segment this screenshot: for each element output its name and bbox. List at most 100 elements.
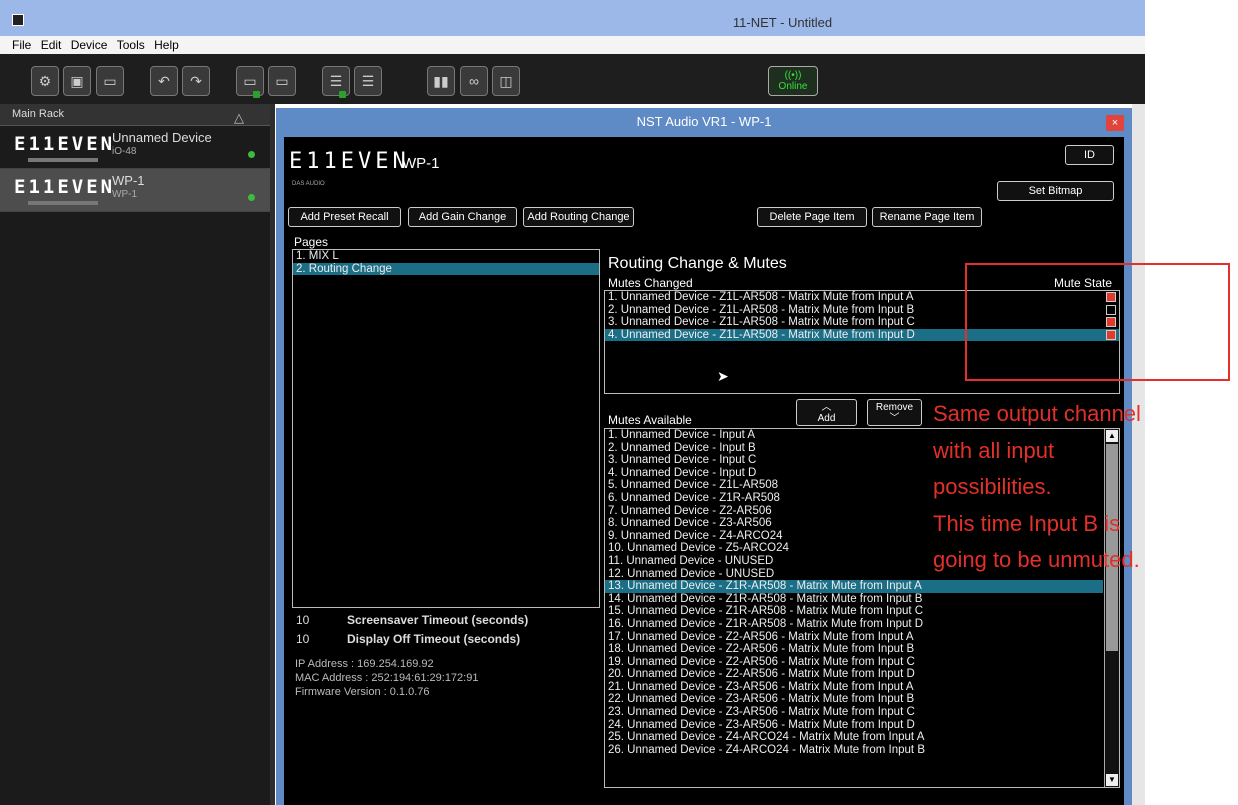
redo-icon[interactable]: ↷ [182, 66, 210, 96]
dialog-title: NST Audio VR1 - WP-1 [636, 114, 772, 129]
annotation-line: This time Input B is [933, 510, 1121, 536]
brand-subtitle: DAS AUDIO [292, 181, 325, 187]
remove-page-icon[interactable]: ☰ [354, 66, 382, 96]
add-preset-recall-button[interactable]: Add Preset Recall [288, 207, 401, 227]
display-off-value[interactable]: 10 [296, 632, 309, 646]
close-icon[interactable]: × [1106, 115, 1124, 131]
logo-underline [28, 158, 98, 162]
rename-page-item-button[interactable]: Rename Page Item [872, 207, 982, 227]
mute-item-label: 1. Unnamed Device - Z1L-AR508 - Matrix M… [608, 291, 914, 303]
window-title-bar: 11-NET - Untitled [0, 0, 1145, 36]
window-title: 11-NET - Untitled [732, 15, 833, 30]
id-button[interactable]: ID [1065, 145, 1114, 165]
annotation-line: Same output channel [933, 401, 1141, 426]
device-logo: E11EVEN [14, 176, 116, 198]
annotation-line: with all input [933, 437, 1055, 463]
list-item[interactable]: 24. Unnamed Device - Z3-AR506 - Matrix M… [605, 719, 1103, 732]
undo-icon[interactable]: ↶ [150, 66, 178, 96]
section-heading: Routing Change & Mutes [608, 255, 787, 272]
add-button[interactable]: ︿ Add [796, 399, 857, 426]
list-item[interactable]: 14. Unnamed Device - Z1R-AR508 - Matrix … [605, 593, 1103, 606]
list-item[interactable]: 15. Unnamed Device - Z1R-AR508 - Matrix … [605, 605, 1103, 618]
mute-item-label: 3. Unnamed Device - Z1L-AR508 - Matrix M… [608, 316, 915, 329]
pages-list[interactable]: 1. MIX L 2. Routing Change [292, 249, 600, 608]
device-model: iO-48 [112, 146, 137, 157]
list-item[interactable]: 18. Unnamed Device - Z2-AR506 - Matrix M… [605, 643, 1103, 656]
remove-device-icon[interactable]: ▭ [268, 66, 296, 96]
screensaver-value[interactable]: 10 [296, 613, 309, 627]
wireless-icon: ((•)) [784, 70, 802, 81]
meters-icon[interactable]: ▮▮ [427, 66, 455, 96]
add-routing-change-button[interactable]: Add Routing Change [523, 207, 634, 227]
open-folder-icon[interactable]: ▭ [96, 66, 124, 96]
list-item[interactable]: 16. Unnamed Device - Z1R-AR508 - Matrix … [605, 618, 1103, 631]
display-off-label: Display Off Timeout (seconds) [347, 632, 521, 646]
menu-help[interactable]: Help [154, 36, 179, 54]
mutes-changed-label: Mutes Changed [608, 276, 693, 290]
settings-icon[interactable]: ⚙ [31, 66, 59, 96]
list-item[interactable]: 21. Unnamed Device - Z3-AR506 - Matrix M… [605, 681, 1103, 694]
device-name: Unnamed Device [112, 130, 212, 145]
list-item[interactable]: 22. Unnamed Device - Z3-AR506 - Matrix M… [605, 693, 1103, 706]
rack-device-io48[interactable]: E11EVEN Unnamed Device iO-48 [0, 126, 270, 169]
list-item[interactable]: 20. Unnamed Device - Z2-AR506 - Matrix M… [605, 668, 1103, 681]
chevron-up-icon: ︿ [821, 402, 832, 413]
online-label: Online [778, 81, 808, 92]
menu-device[interactable]: Device [71, 36, 108, 54]
list-item[interactable]: 25. Unnamed Device - Z4-ARCO24 - Matrix … [605, 731, 1103, 744]
set-bitmap-button[interactable]: Set Bitmap [997, 181, 1114, 201]
list-item[interactable]: 17. Unnamed Device - Z2-AR506 - Matrix M… [605, 631, 1103, 644]
list-item[interactable]: 13. Unnamed Device - Z1R-AR508 - Matrix … [605, 580, 1103, 593]
menu-edit[interactable]: Edit [41, 36, 62, 54]
collapse-triangle-icon[interactable]: △ [234, 107, 244, 128]
menu-tools[interactable]: Tools [117, 36, 145, 54]
list-item[interactable]: 23. Unnamed Device - Z3-AR506 - Matrix M… [605, 706, 1103, 719]
list-item[interactable]: 1. MIX L [293, 250, 599, 263]
mute-item-label: 2. Unnamed Device - Z1L-AR508 - Matrix M… [608, 303, 915, 316]
device-logo: E11EVEN [14, 133, 116, 155]
list-item[interactable]: 26. Unnamed Device - Z4-ARCO24 - Matrix … [605, 744, 1103, 757]
pages-label: Pages [294, 235, 329, 249]
mouse-cursor-icon: ➤ [717, 368, 729, 384]
ip-address: IP Address : 169.254.169.92 [295, 658, 434, 670]
toolbar: ⚙ ▣ ▭ ↶ ↷ ▭ ▭ ☰ ☰ ▮▮ ∞ ◫ ((•)) Online [0, 54, 1145, 104]
annotation-text: Same output channel with all input possi… [933, 396, 1238, 579]
annotation-line: going to be unmuted. [933, 547, 1140, 572]
menu-bar: File Edit Device Tools Help [0, 36, 1145, 54]
rack-header: Main Rack △ [0, 104, 270, 126]
annotation-highlight-box [965, 263, 1230, 381]
annotation-line: possibilities. [933, 474, 1052, 499]
device-model: WP-1 [112, 189, 137, 200]
brand-logo: E11EVEN [289, 149, 410, 174]
firmware-version: Firmware Version : 0.1.0.76 [295, 686, 430, 698]
scroll-down-icon[interactable]: ▼ [1106, 774, 1118, 786]
status-led-icon [248, 194, 255, 201]
add-device-icon[interactable]: ▭ [236, 66, 264, 98]
panel-splitter[interactable] [270, 104, 275, 805]
chevron-down-icon: ﹀ [889, 413, 900, 424]
add-label: Add [817, 413, 836, 424]
logo-underline [28, 201, 98, 205]
device-name: WP-1 [112, 173, 145, 188]
save-icon[interactable]: ▣ [63, 66, 91, 96]
add-page-icon[interactable]: ☰ [322, 66, 350, 98]
list-item[interactable]: 2. Routing Change [293, 262, 599, 276]
mac-address: MAC Address : 252:194:61:29:172:91 [295, 672, 479, 684]
snapshot-icon[interactable]: ◫ [492, 66, 520, 96]
device-rack-panel: Main Rack △ E11EVEN Unnamed Device iO-48… [0, 104, 275, 805]
list-item[interactable]: 19. Unnamed Device - Z2-AR506 - Matrix M… [605, 656, 1103, 669]
mute-item-label: 4. Unnamed Device - Z1L-AR508 - Matrix M… [608, 328, 915, 341]
link-icon[interactable]: ∞ [460, 66, 488, 96]
menu-file[interactable]: File [12, 36, 31, 54]
delete-page-item-button[interactable]: Delete Page Item [757, 207, 867, 227]
mutes-available-label: Mutes Available [608, 413, 692, 427]
rack-title: Main Rack [12, 108, 64, 120]
online-status-button[interactable]: ((•)) Online [768, 66, 818, 96]
remove-label: Remove [875, 402, 914, 413]
device-title: WP-1 [402, 155, 440, 172]
remove-button[interactable]: Remove ﹀ [867, 399, 922, 426]
status-led-icon [248, 151, 255, 158]
screensaver-label: Screensaver Timeout (seconds) [347, 613, 529, 627]
rack-device-wp1[interactable]: E11EVEN WP-1 WP-1 [0, 169, 270, 212]
add-gain-change-button[interactable]: Add Gain Change [408, 207, 517, 227]
